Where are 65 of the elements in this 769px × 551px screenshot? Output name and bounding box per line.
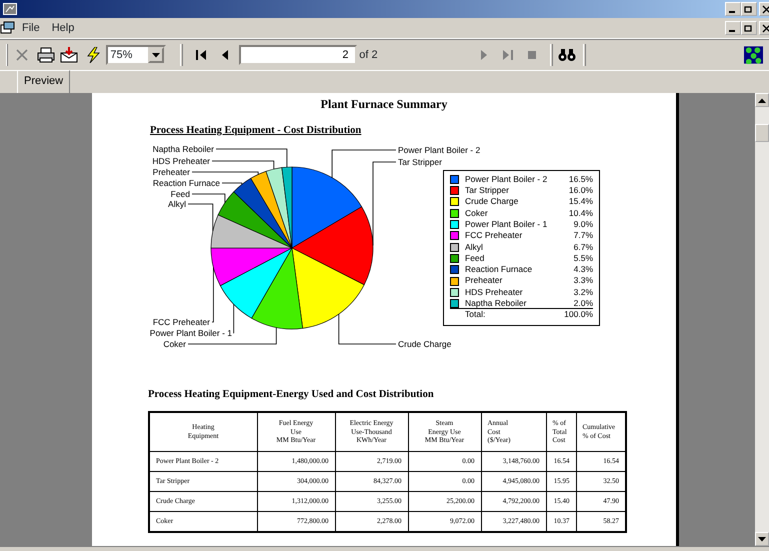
- callout-label: Preheater: [152, 166, 190, 177]
- callout-label: HDS Preheater: [152, 156, 210, 166]
- envelope-icon[interactable]: [60, 47, 78, 63]
- legend-percent: 16.5%: [568, 174, 593, 186]
- legend-label: Power Plant Boiler - 2: [465, 174, 548, 186]
- legend-percent: 2.0%: [574, 298, 593, 309]
- legend-label: FCC Preheater: [465, 230, 524, 242]
- caret-icon: [152, 52, 160, 58]
- legend-label: Alkyl: [465, 242, 484, 253]
- scroll-down-icon[interactable]: [758, 536, 766, 542]
- lightning-icon[interactable]: [85, 47, 102, 63]
- callout-label: Reaction Furnace: [152, 178, 220, 188]
- callout-label: Crude Charge: [398, 338, 452, 349]
- zoom-value: 75%: [110, 48, 132, 63]
- printer-icon[interactable]: [36, 47, 55, 63]
- legend-percent: 6.7%: [574, 242, 593, 253]
- tab[interactable]: Preview: [17, 70, 70, 93]
- legend-label: Reaction Furnace: [465, 264, 534, 276]
- legend-percent: 3.2%: [574, 286, 593, 298]
- legend-label: Feed: [465, 252, 486, 264]
- legend-label: Tar Stripper: [465, 185, 510, 196]
- zoom-dropdown[interactable]: 75%: [106, 45, 166, 65]
- vertical-scrollbar[interactable]: [755, 93, 769, 546]
- legend-percent: 16.0%: [568, 185, 593, 196]
- callout-label: Power Plant Boiler - 1: [150, 328, 232, 338]
- legend-percent: 4.3%: [574, 264, 593, 276]
- leader-line: [222, 182, 242, 185]
- page-number-field[interactable]: 2: [238, 45, 357, 65]
- legend-label: Coker: [465, 208, 489, 219]
- leader-line: [338, 313, 396, 344]
- leader-line: [192, 171, 259, 175]
- callout-label: Power Plant Boiler - 2: [398, 144, 480, 155]
- page-total: of 2: [359, 48, 378, 63]
- scroll-up-icon[interactable]: [758, 98, 766, 102]
- table-heading: Process Heating Equipment-Energy Used and Cost Distribution: [148, 388, 435, 402]
- callout-label: Feed: [170, 188, 190, 199]
- legend-label: Power Plant Boiler - 1: [465, 218, 548, 230]
- document-icon: [0, 21, 16, 35]
- leader-line: [212, 266, 214, 322]
- legend-total-label: Total:: [465, 309, 486, 321]
- legend-label: Preheater: [465, 275, 504, 287]
- legend-label: Crude Charge: [465, 196, 520, 208]
- scrollbar-thumb[interactable]: [755, 124, 769, 142]
- binoculars-icon[interactable]: [558, 48, 576, 62]
- menu-item[interactable]: File: [16, 20, 46, 36]
- legend-percent: 3.3%: [574, 275, 593, 287]
- legend-percent: 10.4%: [568, 208, 593, 219]
- callout-label: Coker: [163, 338, 186, 349]
- callout-label: FCC Preheater: [152, 316, 210, 327]
- legend-label: HDS Preheater: [465, 286, 524, 298]
- logo-icon: [744, 46, 764, 64]
- callout-label: Tar Stripper: [398, 156, 442, 167]
- legend-total-value: 100.0%: [564, 309, 593, 321]
- legend-percent: 15.4%: [568, 196, 593, 208]
- report-title: Plant Furnace Summary: [320, 96, 448, 113]
- callout-label: Naptha Reboiler: [152, 144, 214, 154]
- app-icon: [2, 3, 17, 15]
- legend-percent: 7.7%: [574, 230, 593, 242]
- menu-item[interactable]: Help: [46, 20, 80, 36]
- legend-percent: 9.0%: [574, 218, 593, 230]
- first-page-icon[interactable]: [194, 48, 208, 62]
- callout-label: Alkyl: [168, 198, 186, 209]
- chart-heading: Process Heating Equipment - Cost Distribution: [150, 124, 362, 138]
- legend-label: Naptha Reboiler: [465, 298, 528, 309]
- legend-percent: 5.5%: [574, 252, 593, 264]
